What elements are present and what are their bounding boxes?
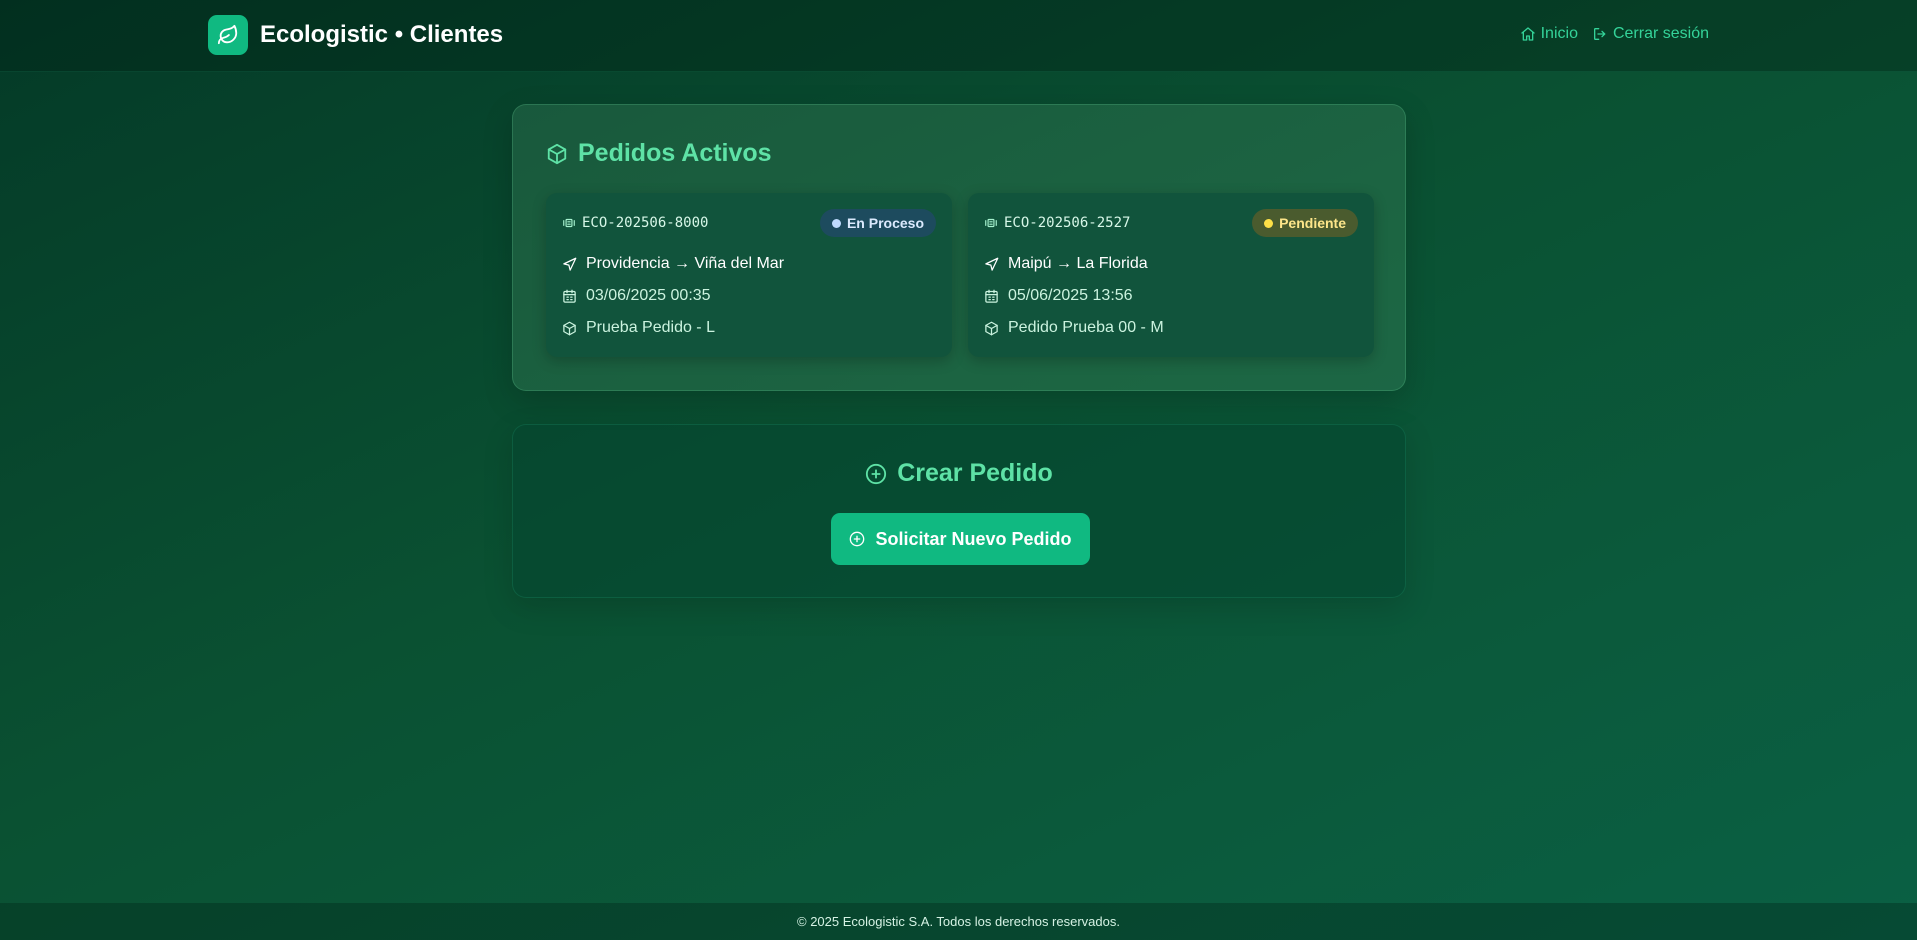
status-badge-text: En Proceso: [846, 215, 924, 231]
package-icon: [547, 143, 567, 164]
brand-title: Ecologistic • Clientes: [260, 21, 504, 48]
order-date: 03/06/2025 00:35: [562, 287, 711, 305]
active-orders-panel: Pedidos Activos ECO-202506-8000 En Proce…: [512, 104, 1406, 391]
status-dot: [1264, 218, 1274, 228]
status-badge-text: Pendiente: [1279, 215, 1346, 231]
status-dot: [831, 218, 841, 228]
order-description: Pedido Prueba 00 - M: [984, 319, 1164, 337]
footer-copyright: © 2025 Ecologistic S.A. Todos los derech…: [797, 914, 1120, 929]
top-navbar: Ecologistic • Clientes Inicio Cerrar ses…: [0, 0, 1917, 72]
order-date-text: 03/06/2025 00:35: [586, 287, 711, 304]
request-new-order-button[interactable]: Solicitar Nuevo Pedido: [831, 513, 1090, 565]
calendar-icon: [563, 289, 576, 303]
nav-logout-label: Cerrar sesión: [1612, 25, 1709, 42]
order-id-text: ECO-202506-2527: [1004, 215, 1131, 231]
home-icon: [1520, 27, 1535, 41]
nav-logout-link[interactable]: Cerrar sesión: [1592, 25, 1709, 43]
create-order-title: Crear Pedido: [513, 459, 1405, 488]
order-card[interactable]: ECO-202506-8000 En Proceso Providencia →…: [546, 193, 952, 357]
order-id-text: ECO-202506-8000: [582, 215, 709, 231]
nav-home-label: Inicio: [1540, 25, 1578, 42]
order-card[interactable]: ECO-202506-2527 Pendiente Maipú → La Flo…: [968, 193, 1374, 357]
order-date-text: 05/06/2025 13:56: [1008, 287, 1133, 304]
active-orders-title-text: Pedidos Activos: [578, 139, 772, 167]
order-route-text: Providencia → Viña del Mar: [586, 255, 785, 272]
logout-icon: [1593, 28, 1606, 40]
plus-circle-icon: [866, 463, 887, 484]
order-description-text: Prueba Pedido - L: [586, 319, 715, 336]
active-orders-title: Pedidos Activos: [546, 139, 772, 168]
navigation-icon: [985, 257, 999, 271]
order-route: Providencia → Viña del Mar: [562, 255, 784, 273]
broadcast-icon: [563, 218, 575, 228]
order-id: ECO-202506-8000: [562, 215, 708, 231]
plus-circle-icon: [850, 531, 865, 547]
order-id: ECO-202506-2527: [984, 215, 1130, 231]
create-order-title-text: Crear Pedido: [897, 459, 1053, 487]
create-order-panel: Crear Pedido Solicitar Nuevo Pedido: [512, 424, 1406, 598]
order-route-text: Maipú → La Florida: [1008, 255, 1148, 272]
header-nav: Inicio Cerrar sesión: [1520, 25, 1709, 43]
footer: © 2025 Ecologistic S.A. Todos los derech…: [0, 903, 1917, 940]
leaf-logo-icon: [208, 15, 248, 55]
package-icon: [985, 321, 998, 335]
order-description-text: Pedido Prueba 00 - M: [1008, 319, 1164, 336]
brand[interactable]: Ecologistic • Clientes: [208, 15, 503, 55]
order-date: 05/06/2025 13:56: [984, 287, 1133, 305]
broadcast-icon: [985, 218, 997, 228]
request-new-order-label: Solicitar Nuevo Pedido: [875, 528, 1072, 549]
status-badge: En Proceso: [819, 209, 936, 237]
status-badge: Pendiente: [1252, 209, 1358, 237]
nav-home-link[interactable]: Inicio: [1520, 25, 1578, 43]
package-icon: [563, 321, 576, 335]
order-route: Maipú → La Florida: [984, 255, 1148, 273]
calendar-icon: [985, 289, 998, 303]
navigation-icon: [563, 257, 577, 271]
order-description: Prueba Pedido - L: [562, 319, 715, 337]
